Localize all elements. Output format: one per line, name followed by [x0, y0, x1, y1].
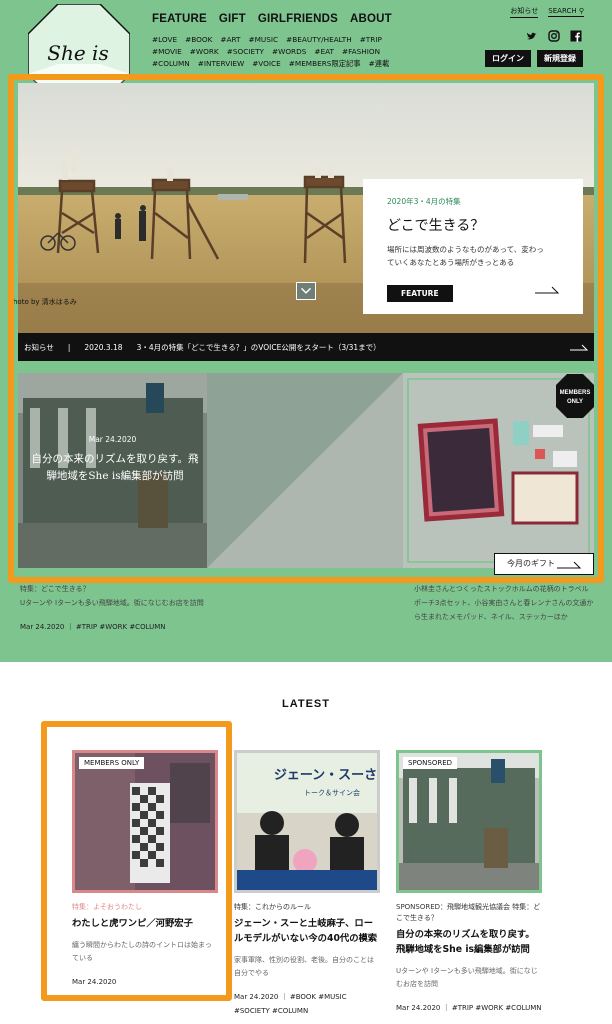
card-3-title[interactable]: 自分の本来のリズムを取り戻す。飛騨地域をShe is編集部が訪問	[396, 927, 542, 957]
sub-left-description: Uターンや Iターンも多い飛騨地域。街になじむお店を訪問	[20, 599, 204, 607]
instagram-icon[interactable]	[548, 27, 560, 42]
notice-link[interactable]: お知らせ	[510, 6, 539, 18]
logo-text: She is	[47, 41, 108, 65]
card-2-poster-sub: トーク＆サイン会	[304, 788, 360, 797]
tag-trip[interactable]: #TRIP	[360, 35, 382, 44]
card-3-description: Uターンや Iターンも多い飛騨地域。街になじむお店を訪問	[396, 967, 538, 988]
tag-column[interactable]: #COLUMN	[152, 59, 190, 69]
nav-gift[interactable]: GIFT	[219, 13, 246, 25]
card-2-description: 家事軍隊、性別の役割、老後。自分のことは自分でやる	[234, 956, 374, 977]
search-link[interactable]: SEARCH ⚲	[548, 7, 584, 17]
social-icons	[526, 27, 582, 42]
sub-left-caption: 特集：どこで生きる？ Uターンや Iターンも多い飛騨地域。街になじむお店を訪問 …	[20, 582, 220, 634]
nav-girlfriends[interactable]: GIRLFRIENDS	[258, 13, 338, 25]
tag-members[interactable]: #MEMBERS限定記事	[289, 59, 361, 69]
tag-eat[interactable]: #EAT	[314, 47, 334, 56]
tag-words[interactable]: #WORDS	[272, 47, 306, 56]
register-button[interactable]: 新規登録	[537, 50, 583, 67]
tag-book[interactable]: #BOOK	[185, 35, 212, 44]
nav-feature[interactable]: FEATURE	[152, 13, 207, 25]
card-3-thumbnail[interactable]: SPONSORED	[396, 750, 542, 893]
highlight-frame-top	[8, 74, 604, 583]
tag-list: #LOVE #BOOK #ART #MUSIC #BEAUTY/HEALTH #…	[152, 35, 402, 69]
tag-love[interactable]: #LOVE	[152, 35, 177, 44]
card-2-thumbnail[interactable]: ジェーン・スーさん トーク＆サイン会	[234, 750, 380, 893]
latest-card-3[interactable]: SPONSORED SPONSORED：飛騨地域観光協議会 特集：どこで生きる？…	[396, 750, 542, 1015]
utility-links: お知らせ SEARCH ⚲	[510, 6, 584, 18]
card-3-badge: SPONSORED	[403, 757, 458, 769]
main-nav: FEATURE GIFT GIRLFRIENDS ABOUT	[152, 13, 392, 25]
auth-buttons: ログイン 新規登録	[485, 50, 583, 67]
login-button[interactable]: ログイン	[485, 50, 531, 67]
tag-music[interactable]: #MUSIC	[249, 35, 279, 44]
highlight-frame-card	[41, 721, 232, 1001]
latest-heading: LATEST	[282, 698, 330, 710]
tag-voice[interactable]: #VOICE	[252, 59, 281, 69]
search-label: SEARCH	[548, 7, 577, 15]
gift-description: 小林圭さんとつくったストックホルムの花柄のトラベルポーチ3点セット、小谷実由さん…	[414, 585, 594, 621]
sub-left-meta: Mar 24.2020 ｜ #TRIP #WORK #COLUMN	[20, 623, 166, 631]
tag-fashion[interactable]: #FASHION	[342, 47, 380, 56]
card-3-category[interactable]: SPONSORED：飛騨地域観光協議会 特集：どこで生きる？	[396, 902, 542, 924]
nav-about[interactable]: ABOUT	[350, 13, 392, 25]
tag-art[interactable]: #ART	[220, 35, 240, 44]
tag-beauty-health[interactable]: #BEAUTY/HEALTH	[286, 35, 352, 44]
twitter-icon[interactable]	[526, 27, 538, 40]
tag-society[interactable]: #SOCIETY	[227, 47, 264, 56]
facebook-icon[interactable]	[570, 27, 582, 42]
tag-movie[interactable]: #MOVIE	[152, 47, 182, 56]
card-2-poster-text: ジェーン・スーさん	[274, 768, 377, 783]
tag-interview[interactable]: #INTERVIEW	[198, 59, 244, 69]
tag-work[interactable]: #WORK	[190, 47, 219, 56]
search-icon: ⚲	[578, 7, 584, 15]
card-3-meta: Mar 24.2020 ｜ #TRIP #WORK #COLUMN	[396, 1004, 542, 1012]
card-2-title[interactable]: ジェーン・スーと土岐麻子、ロールモデルがいない今の40代の模索	[234, 916, 380, 946]
tag-serial[interactable]: #連載	[369, 59, 390, 69]
latest-card-2[interactable]: ジェーン・スーさん トーク＆サイン会 特集：これからのルール ジェーン・スーと土…	[234, 750, 380, 1018]
card-2-category[interactable]: 特集：これからのルール	[234, 902, 380, 913]
sub-left-category[interactable]: 特集：どこで生きる？	[20, 582, 220, 596]
card-2-meta: Mar 24.2020 ｜ #BOOK #MUSIC #SOCIETY #COL…	[234, 993, 347, 1015]
